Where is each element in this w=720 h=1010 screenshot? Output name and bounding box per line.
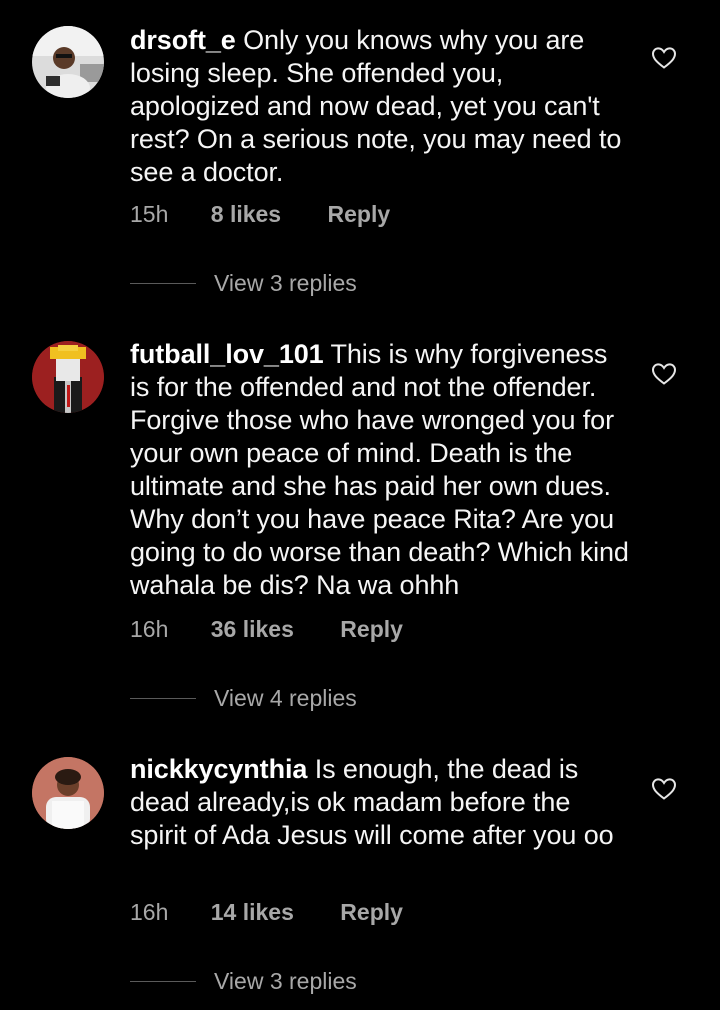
replies-divider bbox=[130, 980, 196, 982]
view-replies-button[interactable]: View 4 replies bbox=[130, 683, 357, 713]
view-replies-label[interactable]: View 3 replies bbox=[214, 968, 357, 995]
comment-username[interactable]: futball_lov_101 bbox=[130, 339, 324, 369]
comment-text: futball_lov_101 This is why forgiveness … bbox=[130, 338, 630, 602]
replies-divider bbox=[130, 697, 196, 699]
heart-icon[interactable] bbox=[651, 46, 677, 70]
comment-meta: 16h 36 likes Reply bbox=[130, 615, 403, 643]
reply-button[interactable]: Reply bbox=[328, 200, 391, 228]
avatar[interactable] bbox=[32, 757, 104, 829]
comment-meta: 15h 8 likes Reply bbox=[130, 200, 390, 228]
view-replies-button[interactable]: View 3 replies bbox=[130, 966, 357, 996]
replies-divider bbox=[130, 282, 196, 284]
comment-meta: 16h 14 likes Reply bbox=[130, 898, 403, 926]
comment-body: This is why forgiveness is for the offen… bbox=[130, 339, 629, 600]
reply-button[interactable]: Reply bbox=[340, 898, 403, 926]
heart-icon[interactable] bbox=[651, 362, 677, 386]
likes-count[interactable]: 14 likes bbox=[211, 898, 294, 926]
reply-button[interactable]: Reply bbox=[340, 615, 403, 643]
comment-text: nickkycynthia Is enough, the dead is dea… bbox=[130, 753, 630, 852]
comment-username[interactable]: drsoft_e bbox=[130, 25, 236, 55]
comment-time: 15h bbox=[130, 201, 169, 227]
avatar[interactable] bbox=[32, 341, 104, 413]
heart-icon[interactable] bbox=[651, 777, 677, 801]
comment-username[interactable]: nickkycynthia bbox=[130, 754, 307, 784]
view-replies-button[interactable]: View 3 replies bbox=[130, 268, 357, 298]
likes-count[interactable]: 36 likes bbox=[211, 615, 294, 643]
likes-count[interactable]: 8 likes bbox=[211, 200, 281, 228]
view-replies-label[interactable]: View 4 replies bbox=[214, 685, 357, 712]
comment-text: drsoft_e Only you knows why you are losi… bbox=[130, 24, 630, 189]
avatar[interactable] bbox=[32, 26, 104, 98]
comment-time: 16h bbox=[130, 616, 169, 642]
comment-time: 16h bbox=[130, 899, 169, 925]
view-replies-label[interactable]: View 3 replies bbox=[214, 270, 357, 297]
